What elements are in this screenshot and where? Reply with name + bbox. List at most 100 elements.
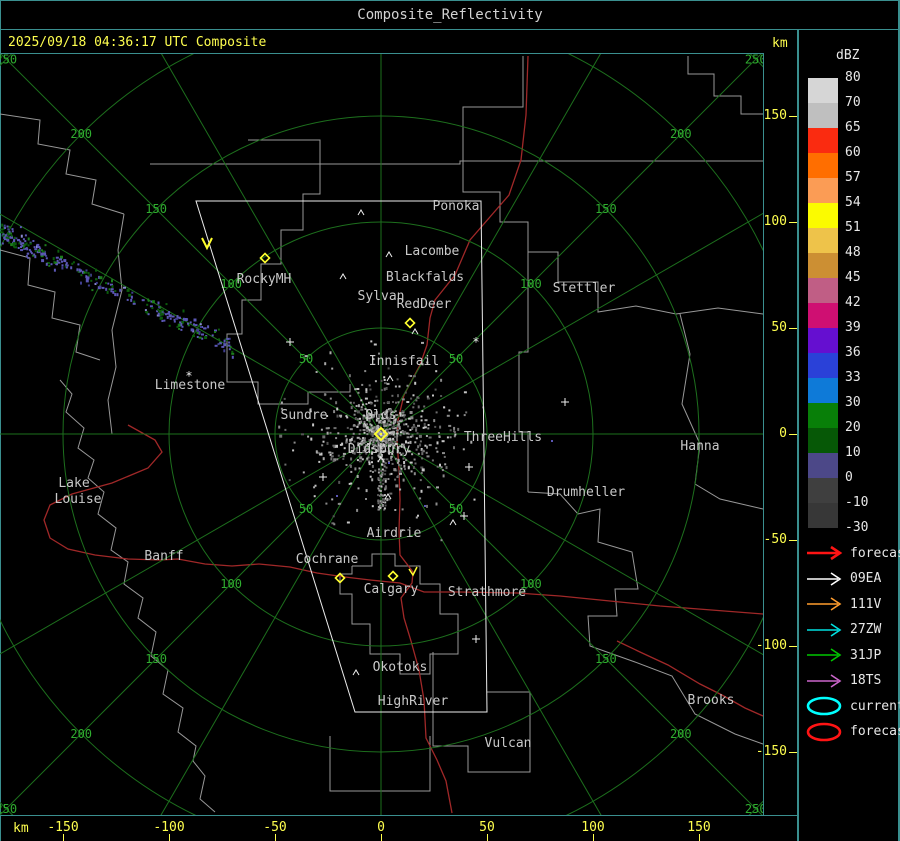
colorbar-swatch bbox=[808, 403, 838, 428]
colorbar-swatch bbox=[808, 228, 838, 253]
legend-item-label: 111V bbox=[850, 596, 882, 612]
city-label: Okotoks bbox=[373, 660, 428, 675]
range-ring-label: 150 bbox=[595, 202, 617, 216]
county-boundary bbox=[107, 213, 125, 435]
range-ring-label: 50 bbox=[449, 502, 463, 516]
colorbar-swatch bbox=[808, 378, 838, 403]
legend-arrow-icon bbox=[807, 622, 842, 637]
range-ring-label: 50 bbox=[299, 352, 313, 366]
city-label: Limestone bbox=[155, 378, 226, 393]
x-tick-mark bbox=[275, 834, 276, 841]
legend-item-label: forecast bbox=[850, 724, 900, 739]
x-tick-mark bbox=[63, 834, 64, 841]
radar-viewer-window: { "window": { "title": "Composite_Reflec… bbox=[0, 0, 900, 841]
colorbar-label: 33 bbox=[845, 370, 861, 385]
map-frame-bottom bbox=[0, 815, 798, 816]
x-axis-unit: km bbox=[13, 821, 29, 836]
summit-caret-marker-icon bbox=[357, 209, 365, 216]
y-tick-mark bbox=[789, 434, 797, 435]
colorbar-swatch bbox=[808, 253, 838, 278]
city-label: Airdrie bbox=[367, 526, 422, 541]
county-boundary bbox=[679, 313, 763, 510]
x-tick-label: 100 bbox=[581, 820, 605, 835]
range-ring-label: 250 bbox=[745, 54, 763, 66]
colorbar-swatch bbox=[808, 503, 838, 528]
range-ring-label: 200 bbox=[70, 727, 92, 741]
colorbar-swatch bbox=[808, 353, 838, 378]
colorbar-label: 36 bbox=[845, 345, 861, 360]
legend-item: forecast bbox=[805, 722, 900, 742]
colorbar-label: 20 bbox=[845, 420, 861, 435]
colorbar-label: 65 bbox=[845, 120, 861, 135]
asterisk-marker-icon: * bbox=[472, 335, 479, 349]
colorbar-swatch bbox=[808, 478, 838, 503]
radial-spoke bbox=[0, 433, 382, 655]
county-boundary bbox=[0, 113, 125, 215]
radar-map-canvas[interactable]: 50 5050 50100 100100 100150 150150 150200 20020… bbox=[0, 54, 763, 815]
legend-arrow-icon bbox=[807, 545, 843, 561]
y-tick-mark bbox=[789, 222, 797, 223]
colorbar-label: 57 bbox=[845, 170, 861, 185]
city-label: Didsbury bbox=[348, 442, 411, 457]
colorbar-swatch bbox=[808, 453, 838, 478]
y-tick-label: -50 bbox=[763, 532, 787, 547]
colorbar-swatch bbox=[808, 428, 838, 453]
range-ring-label: 100 bbox=[220, 577, 242, 591]
radial-spoke bbox=[161, 54, 382, 435]
colorbar-label: 30 bbox=[845, 395, 861, 410]
range-ring-label: 250 bbox=[745, 802, 763, 815]
y-tick-label: 100 bbox=[763, 214, 787, 229]
city-label: Lake bbox=[58, 476, 89, 491]
city-label: Lacombe bbox=[405, 244, 460, 259]
city-label: Sundre bbox=[281, 408, 328, 423]
colorbar-label: 60 bbox=[845, 145, 861, 160]
range-ring-label: 200 bbox=[70, 127, 92, 141]
range-ring-label: 50 bbox=[449, 352, 463, 366]
legend-item: 27ZW bbox=[805, 620, 881, 640]
legend-item-label: 31JP bbox=[850, 647, 882, 663]
city-label: ThreeHills bbox=[464, 430, 542, 445]
city-label: RockyMH bbox=[237, 272, 292, 287]
colorbar-swatch bbox=[808, 153, 838, 178]
legend-item: 111V bbox=[805, 594, 881, 614]
echo-dot bbox=[551, 440, 553, 442]
radial-spoke bbox=[380, 433, 763, 656]
y-tick-label: -100 bbox=[755, 638, 787, 653]
x-tick-label: 0 bbox=[377, 820, 385, 835]
range-ring-label: 150 bbox=[145, 652, 167, 666]
legend-arrow-icon bbox=[807, 571, 842, 586]
colorbar-swatch bbox=[808, 278, 838, 303]
summit-caret-marker-icon bbox=[449, 519, 457, 526]
city-label: Drumheller bbox=[547, 485, 625, 500]
titlebar-divider bbox=[0, 29, 900, 30]
colorbar-label: -10 bbox=[845, 495, 869, 510]
town-cross-marker-icon bbox=[561, 398, 569, 406]
radar-site-diamond-icon bbox=[404, 317, 416, 329]
colorbar-label: 10 bbox=[845, 445, 861, 460]
range-ring-label: 50 bbox=[299, 502, 313, 516]
range-ring-label: 200 bbox=[670, 127, 692, 141]
y-axis-unit: km bbox=[772, 36, 788, 51]
radial-spoke bbox=[160, 433, 382, 815]
town-cross-marker-icon bbox=[472, 635, 480, 643]
range-ring-label: 150 bbox=[145, 202, 167, 216]
echo-dot bbox=[336, 495, 338, 497]
y-tick-mark bbox=[789, 646, 797, 647]
county-boundary bbox=[59, 379, 216, 813]
radar-site-diamond-icon bbox=[387, 570, 399, 582]
x-tick-label: 50 bbox=[479, 820, 495, 835]
colorbar-swatch bbox=[808, 328, 838, 353]
city-label: Stettler bbox=[553, 281, 616, 296]
y-tick-mark bbox=[789, 540, 797, 541]
city-label: Blackfalds bbox=[386, 270, 464, 285]
city-label: Strathmore bbox=[448, 585, 526, 600]
colorbar-swatch bbox=[808, 203, 838, 228]
y-tick-mark bbox=[789, 752, 797, 753]
colorbar-label: 45 bbox=[845, 270, 861, 285]
range-ring-label: 100 bbox=[520, 277, 542, 291]
window-titlebar: Composite_Reflectivity bbox=[0, 1, 900, 29]
range-ring-label: 150 bbox=[595, 652, 617, 666]
legend-item-label: forecast bbox=[850, 545, 900, 561]
legend-arrow-icon bbox=[807, 597, 842, 611]
city-label: Hanna bbox=[680, 439, 719, 454]
